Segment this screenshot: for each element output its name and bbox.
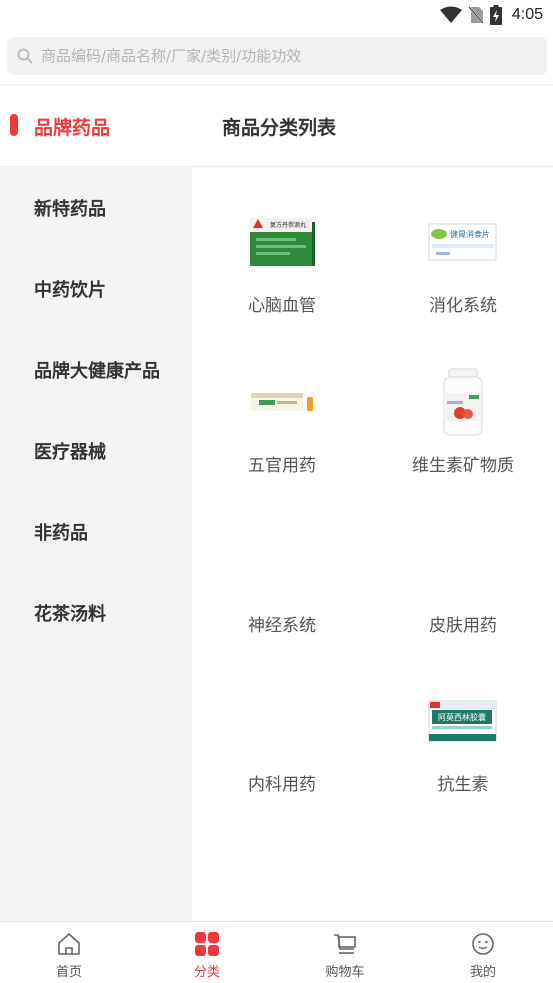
product-image — [427, 368, 499, 436]
sidebar-item-non-drugs[interactable]: 非药品 — [34, 519, 88, 545]
home-icon — [58, 933, 80, 955]
category-label: 神经系统 — [248, 616, 316, 636]
category-label: 维生素矿物质 — [412, 456, 514, 476]
product-image: 复方丹参滴丸 — [246, 213, 318, 271]
tab-profile[interactable]: 我的 — [414, 922, 552, 983]
no-sim-icon — [468, 6, 484, 24]
cart-icon — [334, 934, 356, 954]
search-icon — [17, 48, 33, 64]
product-image-label: 健胃消食片 — [450, 229, 490, 239]
product-image — [246, 373, 318, 431]
category-label: 心脑血管 — [248, 296, 316, 316]
product-image-label: 复方丹参滴丸 — [270, 221, 306, 229]
category-tile[interactable]: 复方丹参滴丸 心脑血管 — [192, 177, 372, 337]
category-tile[interactable]: 维生素矿物质 — [373, 337, 553, 497]
bottom-tab-bar: 首页 分类 购物车 我的 — [0, 921, 553, 983]
tab-label: 我的 — [469, 965, 496, 980]
category-label: 皮肤用药 — [429, 616, 497, 636]
search-bar[interactable] — [7, 37, 547, 75]
category-tile[interactable]: 神经系统 — [192, 497, 372, 657]
category-label: 抗生素 — [437, 775, 489, 795]
product-image-label: 阿莫西林胶囊 — [438, 712, 486, 722]
category-tile[interactable]: 皮肤用药 — [373, 497, 553, 657]
product-image: 阿莫西林胶囊 — [427, 692, 499, 750]
page-title: 商品分类列表 — [222, 117, 337, 139]
category-grid-icon — [195, 932, 219, 956]
battery-charging-icon — [489, 5, 502, 25]
status-icons: 4:05 — [439, 4, 543, 26]
tab-label: 分类 — [193, 965, 220, 980]
wifi-icon — [439, 6, 462, 23]
tab-category[interactable]: 分类 — [138, 922, 276, 983]
sidebar-item-tea-soup[interactable]: 花茶汤料 — [34, 600, 106, 626]
tab-cart[interactable]: 购物车 — [276, 922, 414, 983]
status-time: 4:05 — [511, 6, 543, 23]
category-tile[interactable]: 内科用药 — [192, 656, 372, 816]
product-image: 健胃消食片 — [427, 213, 499, 271]
sidebar-item-brand-drugs[interactable]: 品牌药品 — [0, 85, 192, 167]
profile-icon — [472, 933, 494, 955]
sidebar-item-medical-devices[interactable]: 医疗器械 — [34, 438, 106, 464]
category-grid: 复方丹参滴丸 心脑血管 健胃消食片 消化系统 五官用药 维生素矿物质 神经系统 … — [192, 167, 553, 921]
category-tile[interactable]: 五官用药 — [192, 337, 372, 497]
category-tile[interactable]: 阿莫西林胶囊 抗生素 — [373, 656, 553, 816]
category-label: 消化系统 — [429, 296, 497, 316]
sidebar-item-new-drugs[interactable]: 新特药品 — [34, 195, 106, 221]
category-label: 内科用药 — [248, 775, 316, 795]
sidebar-item-label: 品牌药品 — [34, 117, 111, 139]
tab-home[interactable]: 首页 — [0, 922, 138, 983]
sidebar-item-chinese-herbs[interactable]: 中药饮片 — [34, 276, 106, 302]
active-indicator — [10, 114, 18, 136]
status-bar: 4:05 — [0, 0, 553, 30]
category-sidebar: 新特药品 中药饮片 品牌大健康产品 医疗器械 非药品 花茶汤料 — [0, 167, 192, 921]
search-input[interactable] — [41, 47, 541, 65]
category-tile[interactable]: 健胃消食片 消化系统 — [373, 177, 553, 337]
category-label: 五官用药 — [248, 456, 316, 476]
tab-label: 首页 — [55, 965, 82, 980]
tab-label: 购物车 — [325, 965, 365, 980]
sidebar-item-health-products[interactable]: 品牌大健康产品 — [34, 357, 160, 383]
